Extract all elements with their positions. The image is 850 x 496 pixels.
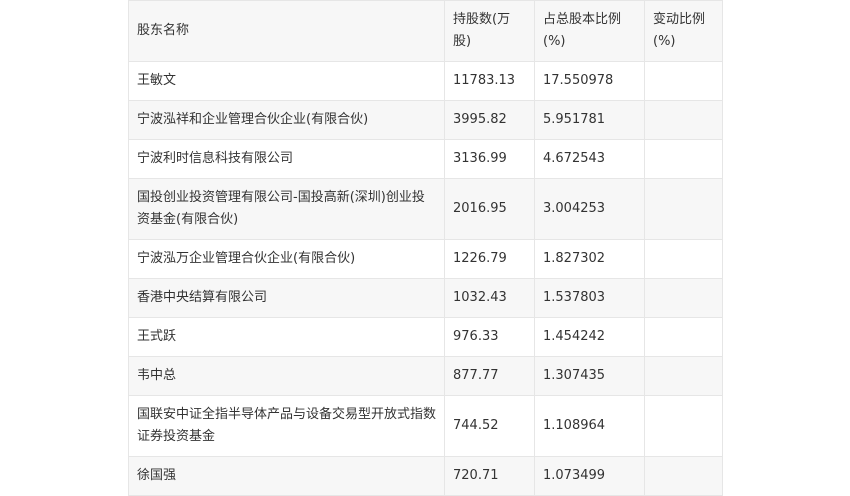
change-cell (644, 317, 723, 357)
table-row: 香港中央结算有限公司 1032.43 1.537803 (128, 278, 723, 318)
shares-cell: 877.77 (444, 356, 535, 396)
table-row: 韦中总 877.77 1.307435 (128, 356, 723, 396)
holder-name-cell: 国联安中证全指半导体产品与设备交易型开放式指数证券投资基金 (128, 395, 445, 457)
ratio-cell: 5.951781 (534, 100, 645, 140)
ratio-cell: 1.827302 (534, 239, 645, 279)
holder-name-cell: 王敏文 (128, 61, 445, 101)
ratio-cell: 17.550978 (534, 61, 645, 101)
change-cell (644, 278, 723, 318)
shares-cell: 976.33 (444, 317, 535, 357)
ratio-cell: 1.073499 (534, 456, 645, 496)
ratio-cell: 1.537803 (534, 278, 645, 318)
shareholder-table: 股东名称 持股数(万股) 占总股本比例(%) 变动比例(%) 王敏文 11783… (128, 0, 723, 496)
ratio-cell: 4.672543 (534, 139, 645, 179)
ratio-cell: 1.454242 (534, 317, 645, 357)
holder-name-cell: 宁波利时信息科技有限公司 (128, 139, 445, 179)
holder-name-cell: 国投创业投资管理有限公司-国投高新(深圳)创业投资基金(有限合伙) (128, 178, 445, 240)
shares-cell: 3995.82 (444, 100, 535, 140)
holder-name-cell: 徐国强 (128, 456, 445, 496)
table-row: 国投创业投资管理有限公司-国投高新(深圳)创业投资基金(有限合伙) 2016.9… (128, 178, 723, 240)
change-cell (644, 139, 723, 179)
ratio-cell: 1.307435 (534, 356, 645, 396)
holder-name-cell: 宁波泓祥和企业管理合伙企业(有限合伙) (128, 100, 445, 140)
shares-cell: 744.52 (444, 395, 535, 457)
holder-name-cell: 宁波泓万企业管理合伙企业(有限合伙) (128, 239, 445, 279)
header-change: 变动比例(%) (644, 0, 723, 62)
change-cell (644, 356, 723, 396)
table-row: 宁波利时信息科技有限公司 3136.99 4.672543 (128, 139, 723, 179)
table-row: 宁波泓万企业管理合伙企业(有限合伙) 1226.79 1.827302 (128, 239, 723, 279)
header-ratio: 占总股本比例(%) (534, 0, 645, 62)
change-cell (644, 456, 723, 496)
holder-name-cell: 香港中央结算有限公司 (128, 278, 445, 318)
table-row: 王式跃 976.33 1.454242 (128, 317, 723, 357)
change-cell (644, 100, 723, 140)
table-header-row: 股东名称 持股数(万股) 占总股本比例(%) 变动比例(%) (128, 0, 723, 62)
change-cell (644, 61, 723, 101)
holder-name-cell: 王式跃 (128, 317, 445, 357)
shares-cell: 11783.13 (444, 61, 535, 101)
shares-cell: 1226.79 (444, 239, 535, 279)
change-cell (644, 395, 723, 457)
shares-cell: 3136.99 (444, 139, 535, 179)
table-row: 徐国强 720.71 1.073499 (128, 456, 723, 496)
table-row: 国联安中证全指半导体产品与设备交易型开放式指数证券投资基金 744.52 1.1… (128, 395, 723, 457)
shareholder-table-container: 股东名称 持股数(万股) 占总股本比例(%) 变动比例(%) 王敏文 11783… (128, 0, 723, 496)
header-shares: 持股数(万股) (444, 0, 535, 62)
change-cell (644, 178, 723, 240)
ratio-cell: 3.004253 (534, 178, 645, 240)
shares-cell: 2016.95 (444, 178, 535, 240)
table-row: 王敏文 11783.13 17.550978 (128, 61, 723, 101)
shares-cell: 1032.43 (444, 278, 535, 318)
table-row: 宁波泓祥和企业管理合伙企业(有限合伙) 3995.82 5.951781 (128, 100, 723, 140)
header-holder-name: 股东名称 (128, 0, 445, 62)
holder-name-cell: 韦中总 (128, 356, 445, 396)
shares-cell: 720.71 (444, 456, 535, 496)
ratio-cell: 1.108964 (534, 395, 645, 457)
change-cell (644, 239, 723, 279)
